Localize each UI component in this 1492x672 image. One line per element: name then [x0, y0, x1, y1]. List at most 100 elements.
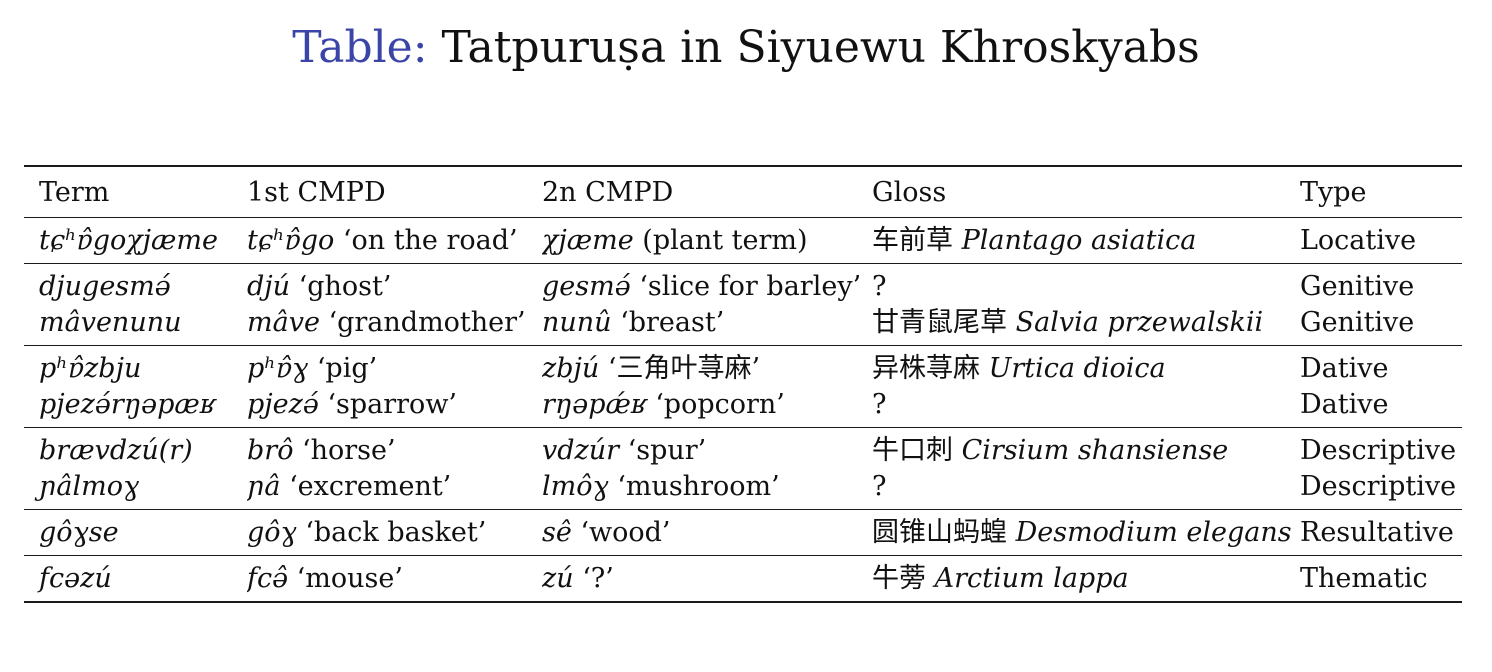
second-compound-gloss: ‘spur’ [619, 435, 707, 466]
second-compound-cell: vdzúr ‘spur’ [542, 433, 872, 469]
table-row: djugesmə́ djú ‘ghost’ gesmə́ ‘slice for ba… [24, 269, 1462, 305]
first-compound-gloss: ‘ghost’ [290, 271, 392, 302]
gloss-cell: 牛口刺 Cirsium shansiense [872, 433, 1300, 469]
second-compound-form: gesmə́ [542, 271, 631, 302]
term-cell: ɲâlmoɣ [39, 471, 140, 502]
second-compound-cell: zbjú ‘三角叶荨麻’ [542, 351, 872, 387]
type-cell: Locative [1300, 225, 1417, 256]
table-row: fcəzú fcə̂ ‘mouse’ zú ‘?’ 牛蒡 Arctium lappa T… [24, 561, 1462, 597]
gloss-chinese: ? [872, 471, 887, 502]
table-caption: Table: Tatpuruṣa in Siyuewu Khroskyabs [0, 20, 1492, 76]
term-cell: fcəzú [39, 563, 112, 594]
row-group: gôɣse gôɣ ‘back basket’ sê ‘wood’ 圆锥山蚂蝗 Des… [24, 509, 1462, 555]
table-row: gôɣse gôɣ ‘back basket’ sê ‘wood’ 圆锥山蚂蝗 Des… [24, 515, 1462, 551]
type-cell: Dative [1300, 389, 1389, 420]
row-group: tɕʰɐ̂goχjæme tɕʰɐ̂go ‘on the road’ χjæme (… [24, 217, 1462, 263]
first-compound-gloss: ‘sparrow’ [318, 389, 458, 420]
second-compound-form: nunû [542, 307, 612, 338]
header-type: Type [1300, 177, 1367, 208]
gloss-cell: ? [872, 469, 1300, 505]
first-compound-form: fcə̂ [247, 563, 289, 594]
second-compound-gloss: ‘?’ [573, 563, 614, 594]
term-cell: mâvenunu [39, 307, 182, 338]
second-compound-gloss: ‘三角叶荨麻’ [599, 353, 761, 384]
gloss-latin-name: Desmodium elegans [1015, 517, 1292, 548]
second-compound-cell: lmôɣ ‘mushroom’ [542, 469, 872, 505]
first-compound-cell: pʰɐ̂ɣ ‘pig’ [247, 351, 542, 387]
gloss-chinese: 牛蒡 [872, 563, 935, 594]
gloss-chinese: 牛口刺 [872, 435, 962, 466]
type-cell: Descriptive [1300, 435, 1457, 466]
header-first-compound: 1st CMPD [247, 177, 386, 208]
first-compound-cell: tɕʰɐ̂go ‘on the road’ [247, 223, 542, 259]
table-row: pʰɐ̂zbju pʰɐ̂ɣ ‘pig’ zbjú ‘三角叶荨麻’ 异株荨麻 Urti… [24, 351, 1462, 387]
header-term: Term [39, 177, 110, 208]
second-compound-form: lmôɣ [542, 471, 609, 502]
second-compound-cell: rŋəpǽʁ ‘popcorn’ [542, 387, 872, 423]
gloss-latin-name: Cirsium shansiense [961, 435, 1229, 466]
first-compound-form: mâve [247, 307, 320, 338]
term-cell: pjezə́rŋəpæʁ [39, 389, 216, 420]
first-compound-form: djú [247, 271, 291, 302]
first-compound-form: pʰɐ̂ɣ [247, 353, 309, 384]
type-cell: Dative [1300, 353, 1389, 384]
gloss-cell: ? [872, 269, 1300, 305]
row-group: fcəzú fcə̂ ‘mouse’ zú ‘?’ 牛蒡 Arctium lappa T… [24, 555, 1462, 601]
gloss-cell: ? [872, 387, 1300, 423]
second-compound-form: χjæme [542, 225, 634, 256]
first-compound-cell: djú ‘ghost’ [247, 269, 542, 305]
table-row: pjezə́rŋəpæʁ pjezə́ ‘sparrow’ rŋəpǽʁ ‘popc… [24, 387, 1462, 423]
type-cell: Genitive [1300, 307, 1415, 338]
first-compound-form: pjezə́ [247, 389, 319, 420]
first-compound-cell: pjezə́ ‘sparrow’ [247, 387, 542, 423]
first-compound-form: gôɣ [247, 517, 297, 548]
caption-label: Table: [292, 22, 428, 73]
gloss-latin-name: Salvia przewalskii [1015, 307, 1264, 338]
second-compound-cell: χjæme (plant term) [542, 223, 872, 259]
gloss-latin-name: Arctium lappa [934, 563, 1129, 594]
header-gloss: Gloss [872, 177, 947, 208]
gloss-cell: 甘青鼠尾草 Salvia przewalskii [872, 305, 1300, 341]
gloss-chinese: ? [872, 271, 887, 302]
first-compound-cell: gôɣ ‘back basket’ [247, 515, 542, 551]
first-compound-gloss: ‘on the road’ [334, 225, 518, 256]
table-row: ɲâlmoɣ ɲâ ‘excrement’ lmôɣ ‘mushroom’? Desc… [24, 469, 1462, 505]
gloss-cell: 车前草 Plantago asiatica [872, 223, 1300, 259]
second-compound-form: rŋəpǽʁ [542, 389, 647, 420]
first-compound-cell: ɲâ ‘excrement’ [247, 469, 542, 505]
second-compound-gloss: ‘wood’ [571, 517, 671, 548]
caption-text: Tatpuruṣa in Siyuewu Khroskyabs [441, 22, 1200, 73]
second-compound-form: sê [542, 517, 572, 548]
second-compound-cell: zú ‘?’ [542, 561, 872, 597]
gloss-latin-name: Plantago asiatica [961, 225, 1197, 256]
table-row: mâvenunu mâve ‘grandmother’ nunû ‘breast’ 甘… [24, 305, 1462, 341]
first-compound-form: brô [247, 435, 294, 466]
second-compound-gloss: ‘mushroom’ [608, 471, 780, 502]
second-compound-form: zú [542, 563, 574, 594]
first-compound-form: ɲâ [247, 471, 281, 502]
second-compound-cell: nunû ‘breast’ [542, 305, 872, 341]
compound-table: Term 1st CMPD 2n CMPD Gloss Type tɕʰɐ̂go… [24, 165, 1462, 603]
term-cell: gôɣse [39, 517, 119, 548]
first-compound-form: tɕʰɐ̂go [247, 225, 335, 256]
second-compound-cell: sê ‘wood’ [542, 515, 872, 551]
second-compound-gloss: ‘popcorn’ [646, 389, 785, 420]
row-group: brævdzú(r) brô ‘horse’ vdzúr ‘spur’ 牛口刺 Cir… [24, 427, 1462, 509]
gloss-chinese: 车前草 [872, 225, 962, 256]
row-group: djugesmə́ djú ‘ghost’ gesmə́ ‘slice for ba… [24, 263, 1462, 345]
second-compound-gloss: (plant term) [633, 225, 808, 256]
type-cell: Thematic [1300, 563, 1428, 594]
type-cell: Resultative [1300, 517, 1454, 548]
gloss-cell: 圆锥山蚂蝗 Desmodium elegans [872, 515, 1300, 551]
gloss-latin-name: Urtica dioica [988, 353, 1166, 384]
first-compound-gloss: ‘grandmother’ [319, 307, 526, 338]
header-second-compound: 2n CMPD [542, 177, 674, 208]
table-row: brævdzú(r) brô ‘horse’ vdzúr ‘spur’ 牛口刺 Cir… [24, 433, 1462, 469]
gloss-chinese: 圆锥山蚂蝗 [872, 517, 1016, 548]
second-compound-form: zbjú [542, 353, 600, 384]
second-compound-gloss: ‘breast’ [611, 307, 725, 338]
row-group: pʰɐ̂zbju pʰɐ̂ɣ ‘pig’ zbjú ‘三角叶荨麻’ 异株荨麻 Urti… [24, 345, 1462, 427]
term-cell: tɕʰɐ̂goχjæme [39, 225, 218, 256]
gloss-chinese: ? [872, 389, 887, 420]
term-cell: brævdzú(r) [39, 435, 193, 466]
